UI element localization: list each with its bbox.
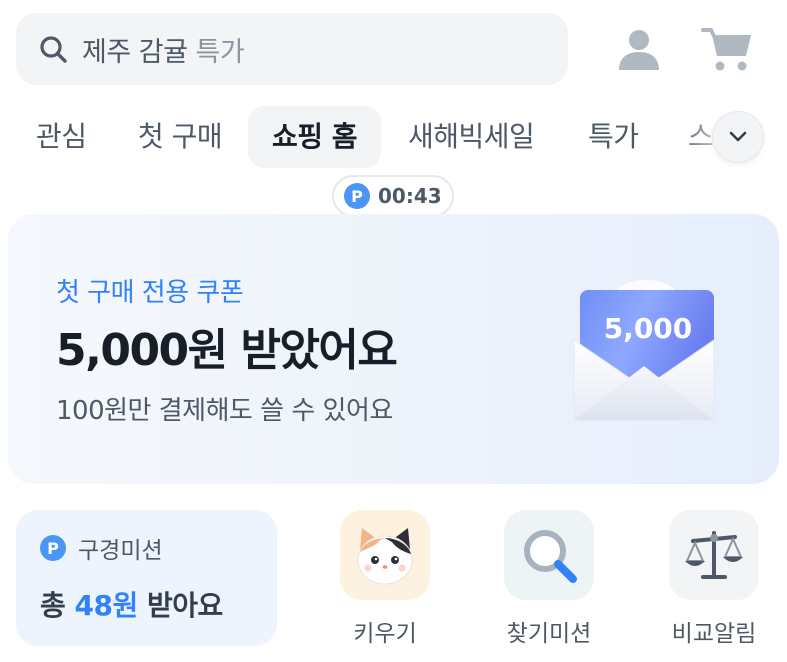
tab-first-purchase[interactable]: 첫 구매	[138, 106, 223, 168]
profile-button[interactable]	[612, 22, 666, 76]
feature-raise-tile	[340, 510, 430, 600]
search-hint-query: 제주 감귤	[82, 36, 188, 68]
coupon-card-value: 5,000	[604, 312, 693, 345]
mission-total: 총 48원 받아요	[40, 584, 223, 624]
banner-title: 5,000원 받았어요	[56, 325, 398, 376]
cart-button[interactable]	[700, 22, 754, 76]
coupon-banner[interactable]: 첫 구매 전용 쿠폰 5,000원 받았어요 100원만 결제해도 쓸 수 있어…	[8, 214, 779, 484]
feature-compare-alert[interactable]: 비교알림	[664, 510, 764, 648]
category-tabs: 관심 첫 구매 쇼핑 홈 새해빅세일 특가 스	[0, 106, 787, 168]
search-hint-suffix: 특가	[195, 36, 245, 68]
tab-new-year-sale[interactable]: 새해빅세일	[408, 106, 535, 168]
banner-description: 100원만 결제해도 쓸 수 있어요	[56, 396, 393, 426]
feature-find-mission-label: 찾기미션	[506, 621, 592, 647]
point-badge-icon: P	[344, 183, 370, 209]
scale-icon	[685, 531, 743, 579]
feature-find-mission-tile	[504, 510, 594, 600]
feature-compare-alert-tile	[669, 510, 759, 600]
mission-amount: 48원	[74, 589, 139, 622]
mission-card[interactable]: P 구경미션 총 48원 받아요	[16, 510, 277, 646]
cat-icon	[357, 528, 413, 585]
feature-find-mission[interactable]: 찾기미션	[499, 510, 599, 648]
mission-total-prefix: 총	[40, 589, 66, 622]
tab-interest[interactable]: 관심	[36, 106, 87, 168]
point-timer[interactable]: P 00:43	[332, 175, 454, 217]
mission-total-suffix: 받아요	[147, 589, 223, 622]
feature-raise[interactable]: 키우기	[335, 510, 435, 648]
point-badge-icon: P	[40, 535, 66, 561]
tab-shopping-home[interactable]: 쇼핑 홈	[248, 106, 382, 168]
cart-icon	[701, 28, 751, 71]
coupon-envelope-icon: 5,000	[573, 280, 715, 421]
banner-subtitle: 첫 구매 전용 쿠폰	[56, 278, 244, 308]
search-placeholder: 제주 감귤 특가	[82, 30, 245, 69]
profile-icon	[619, 30, 659, 70]
chevron-down-icon	[729, 131, 747, 142]
tab-special-deal[interactable]: 특가	[588, 106, 639, 168]
tabs-more-button[interactable]	[712, 111, 764, 163]
magnifier-icon	[524, 530, 577, 583]
search-bar[interactable]: 제주 감귤 특가	[16, 13, 568, 85]
timer-value: 00:43	[378, 184, 442, 208]
mission-label: 구경미션	[78, 538, 163, 564]
feature-compare-alert-label: 비교알림	[671, 621, 757, 647]
search-icon	[40, 36, 67, 63]
feature-raise-label: 키우기	[353, 621, 417, 647]
mission-header: P 구경미션	[40, 531, 163, 565]
